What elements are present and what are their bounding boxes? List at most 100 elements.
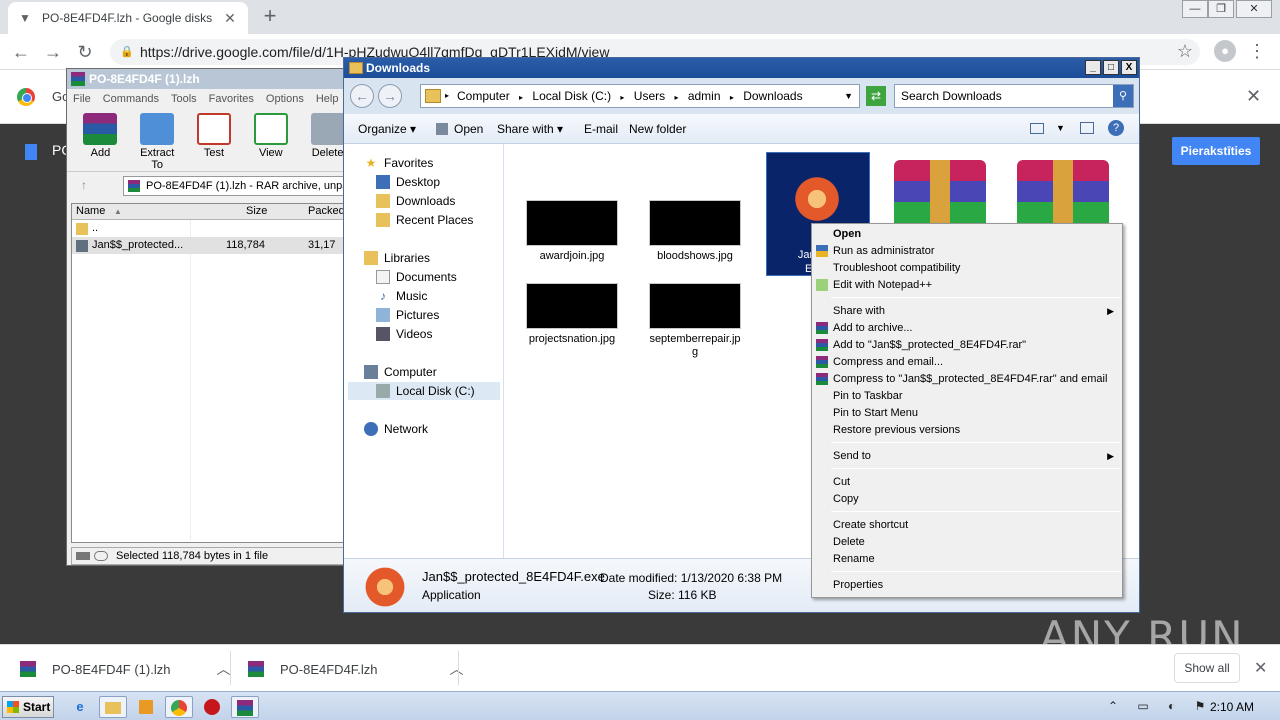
file-thumbnail[interactable] — [649, 200, 741, 246]
table-row[interactable]: .. — [72, 220, 347, 237]
winrar-titlebar[interactable]: PO-8E4FD4F (1).lzh — [67, 69, 347, 89]
new-folder-button[interactable]: New folder — [629, 122, 686, 136]
menu-item-notepadpp[interactable]: Edit with Notepad++ — [812, 277, 1122, 294]
menu-item-troubleshoot[interactable]: Troubleshoot compatibility — [812, 260, 1122, 277]
forward-icon[interactable]: → — [42, 41, 64, 63]
nav-libraries[interactable]: Libraries — [364, 249, 430, 267]
menu-item-pin-taskbar[interactable]: Pin to Taskbar — [812, 388, 1122, 405]
winrar-archive-icon[interactable] — [894, 160, 986, 230]
start-button[interactable]: Start — [2, 696, 54, 718]
breadcrumb[interactable]: ▸ Computer ▸ Local Disk (C:) ▸ Users ▸ a… — [420, 84, 860, 108]
file-thumbnail[interactable] — [526, 200, 618, 246]
download-item[interactable]: PO-8E4FD4F.lzh ︿ — [248, 653, 464, 685]
add-button[interactable]: Add — [81, 109, 120, 171]
nav-pictures[interactable]: Pictures — [376, 306, 439, 324]
sign-in-button[interactable]: Pierakstīties — [1172, 137, 1260, 165]
menu-item-properties[interactable]: Properties — [812, 577, 1122, 594]
bookmark-star-icon[interactable]: ☆ — [1174, 40, 1196, 62]
close-button[interactable]: X — [1121, 60, 1137, 75]
close-icon[interactable]: ✕ — [1246, 86, 1261, 107]
chevron-up-icon[interactable]: ︿ — [450, 659, 464, 679]
back-icon[interactable]: ← — [350, 84, 374, 108]
menu-item-open[interactable]: Open — [812, 226, 1122, 243]
internet-explorer-icon[interactable]: e — [66, 696, 94, 718]
view-mode-icon[interactable] — [1030, 123, 1044, 134]
explorer-taskbar-icon[interactable] — [99, 696, 127, 718]
menu-item-pin-start[interactable]: Pin to Start Menu — [812, 405, 1122, 422]
share-with-button[interactable]: Share with ▾ — [497, 122, 563, 136]
menu-favorites[interactable]: Favorites — [209, 89, 254, 109]
file-label[interactable]: projectsnation.jpg — [522, 333, 622, 345]
file-label[interactable]: bloodshows.jpg — [645, 250, 745, 262]
view-button[interactable]: View — [251, 109, 290, 171]
menu-kebab-icon[interactable]: ⋮ — [1246, 40, 1268, 62]
crumb-users[interactable]: Users — [634, 89, 665, 103]
stop-icon[interactable] — [198, 696, 226, 718]
tab-close-icon[interactable]: ✕ — [222, 10, 238, 27]
menu-file[interactable]: File — [73, 89, 91, 109]
restore-button[interactable]: ❐ — [1208, 0, 1234, 18]
file-label[interactable]: septemberrepair.jp — [645, 333, 745, 345]
chevron-up-icon[interactable]: ︿ — [216, 659, 230, 679]
archive-path[interactable]: PO-8E4FD4F (1).lzh - RAR archive, unpa — [123, 176, 347, 196]
nav-videos[interactable]: Videos — [376, 325, 432, 343]
delete-button[interactable]: Delete — [308, 109, 347, 171]
maximize-button[interactable]: □ — [1103, 60, 1119, 75]
media-player-icon[interactable] — [132, 696, 160, 718]
crumb-computer[interactable]: Computer — [457, 89, 510, 103]
email-button[interactable]: E-mail — [584, 122, 618, 136]
search-input[interactable]: Search Downloads ⚲ — [894, 84, 1134, 108]
organize-button[interactable]: Organize ▾ — [358, 122, 416, 136]
crumb-admin[interactable]: admin — [688, 89, 721, 103]
nav-documents[interactable]: Documents — [376, 268, 457, 286]
table-row[interactable]: Jan$$_protected... 118,784 31,17 — [72, 237, 347, 254]
menu-item-cut[interactable]: Cut — [812, 474, 1122, 491]
back-icon[interactable]: ← — [10, 41, 32, 63]
forward-icon[interactable]: → — [378, 84, 402, 108]
nav-local-disk[interactable]: Local Disk (C:) — [348, 382, 500, 400]
chrome-taskbar-icon[interactable] — [165, 696, 193, 718]
menu-item-send-to[interactable]: Send to ▶ — [812, 448, 1122, 465]
winrar-taskbar-icon[interactable] — [231, 696, 259, 718]
winrar-archive-icon[interactable] — [1017, 160, 1109, 230]
menu-options[interactable]: Options — [266, 89, 304, 109]
close-button[interactable]: ✕ — [1236, 0, 1272, 18]
nav-computer[interactable]: Computer — [364, 363, 437, 381]
new-tab-button[interactable]: + — [258, 4, 282, 28]
minimize-button[interactable]: — — [1182, 0, 1208, 18]
nav-recent-places[interactable]: Recent Places — [376, 211, 473, 229]
file-thumbnail[interactable] — [649, 283, 741, 329]
crumb-downloads[interactable]: Downloads — [743, 89, 802, 103]
up-arrow-icon[interactable]: ↑ — [81, 178, 87, 192]
preview-pane-icon[interactable] — [1080, 122, 1094, 134]
menu-item-add-rar[interactable]: Add to "Jan$$_protected_8E4FD4F.rar" — [812, 337, 1122, 354]
chevron-down-icon[interactable]: ▼ — [1056, 123, 1065, 133]
column-packed[interactable]: Packed — [308, 205, 345, 217]
refresh-icon[interactable]: ⇄ — [866, 86, 886, 106]
test-button[interactable]: Test — [195, 109, 234, 171]
help-icon[interactable]: ? — [1108, 120, 1124, 136]
nav-downloads[interactable]: Downloads — [376, 192, 455, 210]
menu-tools[interactable]: Tools — [171, 89, 197, 109]
menu-item-share-with[interactable]: Share with ▶ — [812, 303, 1122, 320]
menu-item-compress-rar-email[interactable]: Compress to "Jan$$_protected_8E4FD4F.rar… — [812, 371, 1122, 388]
menu-item-compress-email[interactable]: Compress and email... — [812, 354, 1122, 371]
menu-item-restore-versions[interactable]: Restore previous versions — [812, 422, 1122, 439]
nav-favorites[interactable]: ★ Favorites — [364, 154, 434, 172]
menu-item-copy[interactable]: Copy — [812, 491, 1122, 508]
nav-music[interactable]: ♪ Music — [376, 287, 427, 305]
menu-item-run-as-admin[interactable]: Run as administrator — [812, 243, 1122, 260]
column-size[interactable]: Size — [246, 205, 267, 217]
browser-tab[interactable]: ▼ PO-8E4FD4F.lzh - Google disks ✕ — [8, 2, 248, 34]
nav-network[interactable]: Network — [364, 420, 428, 438]
nav-desktop[interactable]: Desktop — [376, 173, 440, 191]
menu-commands[interactable]: Commands — [103, 89, 159, 109]
menu-help[interactable]: Help — [316, 89, 339, 109]
file-label[interactable]: awardjoin.jpg — [522, 250, 622, 262]
crumb-localdisk[interactable]: Local Disk (C:) — [532, 89, 611, 103]
profile-avatar-icon[interactable]: ● — [1214, 40, 1236, 62]
menu-item-create-shortcut[interactable]: Create shortcut — [812, 517, 1122, 534]
system-tray-icons[interactable]: ⌃ ▭ ◐ ⚑ — [1108, 699, 1213, 713]
menu-item-delete[interactable]: Delete — [812, 534, 1122, 551]
search-icon[interactable]: ⚲ — [1113, 85, 1133, 107]
